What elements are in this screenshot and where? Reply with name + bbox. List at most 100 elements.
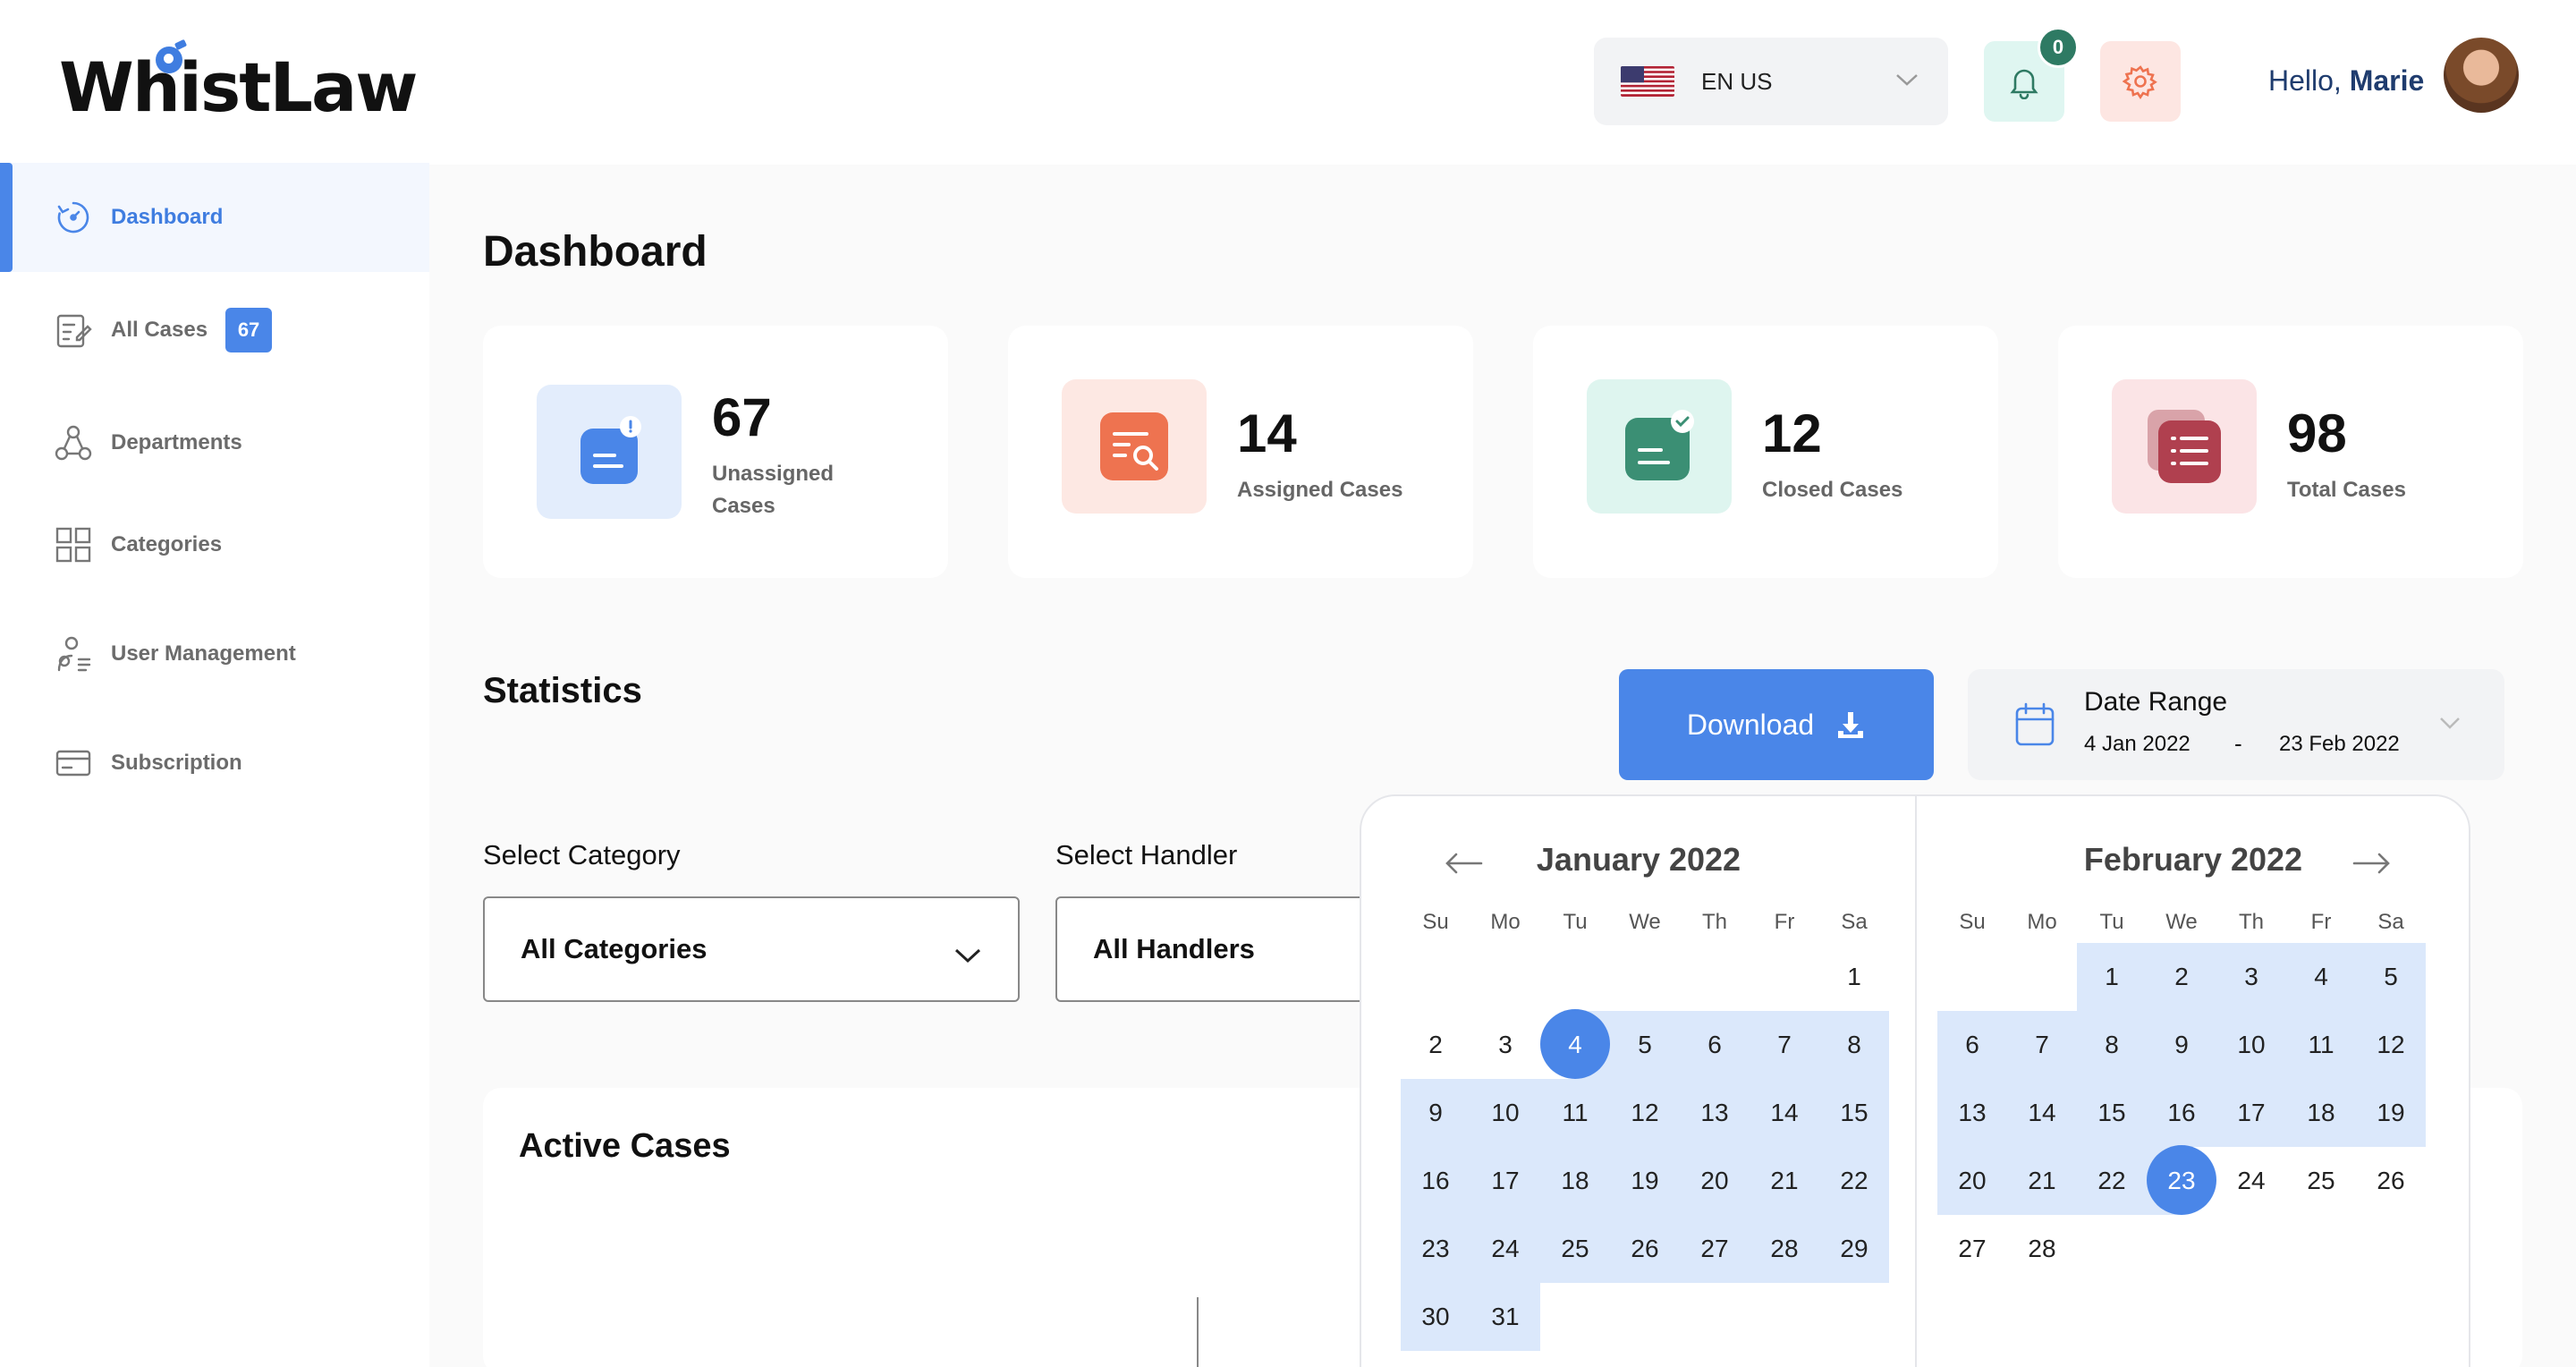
calendar-day[interactable]: 9 [1401, 1079, 1470, 1147]
calendar-day[interactable]: 18 [2286, 1079, 2356, 1147]
calendar-day[interactable]: 16 [1401, 1147, 1470, 1215]
next-month-arrow-icon[interactable] [2352, 845, 2392, 883]
stat-label: Unassigned [712, 462, 835, 486]
calendar-day[interactable]: 20 [1937, 1147, 2007, 1215]
calendar-day[interactable]: 6 [1937, 1011, 2007, 1079]
sidebar-item-label: Dashboard [111, 205, 224, 229]
calendar-day[interactable]: 22 [2077, 1147, 2147, 1215]
calendar-day[interactable]: 16 [2147, 1079, 2216, 1147]
calendar-day[interactable]: 15 [1819, 1079, 1889, 1147]
calendar-empty-cell [1610, 943, 1680, 1011]
calendar-day[interactable]: 15 [2077, 1079, 2147, 1147]
calendar-day[interactable]: 13 [1937, 1079, 2007, 1147]
weekday-header: Su Mo Tu We Th Fr Sa [1401, 902, 1889, 943]
calendar-day[interactable]: 5 [2356, 943, 2426, 1011]
sidebar-item-categories[interactable]: Categories [0, 490, 429, 599]
calendar-day[interactable]: 12 [1610, 1079, 1680, 1147]
calendar-day[interactable]: 26 [1610, 1215, 1680, 1283]
calendar-day[interactable]: 2 [2147, 943, 2216, 1011]
sidebar-item-subscription[interactable]: Subscription [0, 709, 429, 818]
chevron-down-icon [953, 939, 982, 972]
calendar-day-selected[interactable]: 23 [2147, 1145, 2216, 1215]
calendar-day[interactable]: 12 [2356, 1011, 2426, 1079]
calendar-day[interactable]: 7 [1750, 1011, 1819, 1079]
avatar[interactable] [2444, 38, 2519, 113]
language-selector[interactable]: EN US [1594, 38, 1948, 125]
sidebar-item-dashboard[interactable]: Dashboard [0, 163, 429, 272]
calendar-day[interactable]: 28 [1750, 1215, 1819, 1283]
calendar-day[interactable]: 17 [1470, 1147, 1540, 1215]
calendar-day[interactable]: 14 [1750, 1079, 1819, 1147]
calendar-day[interactable]: 24 [1470, 1215, 1540, 1283]
sidebar-item-label: Subscription [111, 751, 242, 775]
calendar-day[interactable]: 10 [1470, 1079, 1540, 1147]
calendar-day[interactable]: 17 [2216, 1079, 2286, 1147]
calendar-day[interactable]: 8 [1819, 1011, 1889, 1079]
category-select-value: All Categories [521, 933, 708, 964]
calendar-day[interactable]: 11 [2286, 1011, 2356, 1079]
cases-icon [54, 310, 93, 350]
sidebar-item-departments[interactable]: Departments [0, 388, 429, 497]
calendar-day[interactable]: 21 [2007, 1147, 2077, 1215]
calendar-day[interactable]: 13 [1680, 1079, 1750, 1147]
calendar-day[interactable]: 29 [1819, 1215, 1889, 1283]
weekday-label: Tu [1563, 910, 1588, 934]
calendar-day[interactable]: 1 [2077, 943, 2147, 1011]
calendar-day[interactable]: 1 [1819, 943, 1889, 1011]
greeting-text: Hello, [2268, 64, 2342, 97]
calendar-day[interactable]: 7 [2007, 1011, 2077, 1079]
calendar-empty-cell [1470, 943, 1540, 1011]
calendar-day[interactable]: 3 [1470, 1011, 1540, 1079]
calendar-day[interactable]: 30 [1401, 1283, 1470, 1351]
logo-whistle-icon [156, 47, 182, 73]
assigned-cases-icon [1062, 379, 1207, 514]
stat-value: 12 [1762, 403, 1822, 463]
sidebar-item-all-cases[interactable]: All Cases 67 [0, 276, 429, 385]
weekday-label: Mo [2027, 910, 2057, 934]
calendar-day[interactable]: 3 [2216, 943, 2286, 1011]
calendar-day[interactable]: 27 [1680, 1215, 1750, 1283]
stat-card-assigned[interactable]: 14 Assigned Cases [1008, 326, 1473, 578]
download-button[interactable]: Download [1619, 669, 1934, 780]
calendar-day[interactable]: 9 [2147, 1011, 2216, 1079]
calendar-day[interactable]: 21 [1750, 1147, 1819, 1215]
calendar-day[interactable]: 23 [1401, 1215, 1470, 1283]
stat-card-total[interactable]: 98 Total Cases [2058, 326, 2523, 578]
calendar-day[interactable]: 19 [2356, 1079, 2426, 1147]
calendar-empty-cell [1750, 943, 1819, 1011]
stat-label: Assigned Cases [1237, 478, 1403, 502]
calendar-day[interactable]: 28 [2007, 1215, 2077, 1283]
calendar-day[interactable]: 19 [1610, 1147, 1680, 1215]
calendar-day[interactable]: 25 [2286, 1147, 2356, 1215]
calendar-day[interactable]: 31 [1470, 1283, 1540, 1351]
calendar-day[interactable]: 6 [1680, 1011, 1750, 1079]
notifications-count-badge: 0 [2038, 27, 2079, 68]
calendar-day[interactable]: 5 [1610, 1011, 1680, 1079]
calendar-day[interactable]: 14 [2007, 1079, 2077, 1147]
calendar-day[interactable]: 25 [1540, 1215, 1610, 1283]
total-cases-icon [2112, 379, 2257, 514]
stat-card-unassigned[interactable]: 67 Unassigned Cases [483, 326, 948, 578]
calendar-day[interactable]: 11 [1540, 1079, 1610, 1147]
calendar-day[interactable]: 26 [2356, 1147, 2426, 1215]
brand-logo[interactable]: WhistLaw [59, 43, 418, 132]
date-range-separator: - [2234, 730, 2242, 757]
calendar-day[interactable]: 2 [1401, 1011, 1470, 1079]
calendar-day[interactable]: 22 [1819, 1147, 1889, 1215]
calendar-day[interactable]: 24 [2216, 1147, 2286, 1215]
stat-card-closed[interactable]: 12 Closed Cases [1533, 326, 1998, 578]
calendar-day[interactable]: 4 [2286, 943, 2356, 1011]
category-select[interactable]: All Categories [483, 896, 1020, 1002]
sidebar-item-user-management[interactable]: User Management [0, 599, 429, 709]
settings-button[interactable] [2100, 41, 2181, 122]
date-range-picker[interactable]: Date Range 4 Jan 2022 - 23 Feb 2022 [1968, 669, 2504, 780]
calendar-day[interactable]: 18 [1540, 1147, 1610, 1215]
calendar-day[interactable]: 20 [1680, 1147, 1750, 1215]
weekday-label: Su [1959, 910, 1986, 934]
calendar-day-selected[interactable]: 4 [1540, 1009, 1610, 1079]
calendar-day[interactable]: 27 [1937, 1215, 2007, 1283]
weekday-label: Su [1422, 910, 1449, 934]
calendar-day[interactable]: 10 [2216, 1011, 2286, 1079]
calendar-day[interactable]: 8 [2077, 1011, 2147, 1079]
handler-select-value: All Handlers [1093, 933, 1255, 964]
